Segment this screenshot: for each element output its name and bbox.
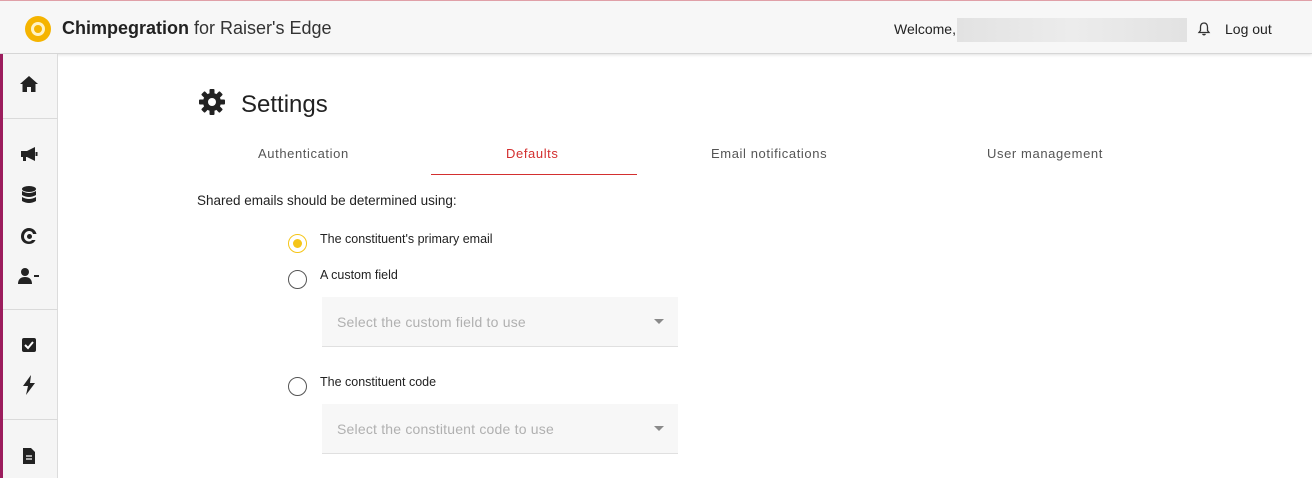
custom-field-select[interactable]: Select the custom field to use (322, 297, 678, 347)
app-name: Chimpegration (62, 18, 190, 38)
mailchimp-icon[interactable] (17, 224, 41, 248)
constituent-code-placeholder: Select the constituent code to use (337, 421, 554, 437)
welcome-text: Welcome, (894, 21, 956, 37)
shared-emails-question: Shared emails should be determined using… (197, 193, 457, 208)
tab-authentication[interactable]: Authentication (258, 146, 349, 161)
username-redacted (957, 18, 1187, 42)
active-tab-indicator (431, 174, 637, 175)
gear-icon (198, 88, 226, 121)
bolt-icon[interactable] (17, 373, 41, 397)
sidebar (0, 54, 58, 478)
logout-button[interactable]: Log out (1225, 21, 1272, 37)
chevron-down-icon (654, 319, 664, 324)
app-title: Chimpegration for Raiser's Edge (62, 18, 332, 39)
chevron-down-icon (654, 426, 664, 431)
radio-custom-field[interactable] (288, 270, 307, 289)
checkbox-icon[interactable] (17, 333, 41, 357)
radio-constituent-code-label[interactable]: The constituent code (320, 375, 436, 389)
app-suffix: for Raiser's Edge (189, 18, 332, 38)
bell-icon[interactable] (1196, 21, 1212, 37)
document-icon[interactable] (17, 444, 41, 468)
tab-defaults[interactable]: Defaults (506, 146, 559, 161)
tab-email-notifications[interactable]: Email notifications (711, 146, 827, 161)
constituent-code-select[interactable]: Select the constituent code to use (322, 404, 678, 454)
radio-primary-email-label[interactable]: The constituent's primary email (320, 232, 493, 246)
radio-primary-email[interactable] (288, 234, 307, 253)
radio-constituent-code[interactable] (288, 377, 307, 396)
custom-field-placeholder: Select the custom field to use (337, 314, 526, 330)
app-logo-icon[interactable] (25, 16, 51, 42)
database-icon[interactable] (17, 183, 41, 207)
settings-header: Settings (198, 88, 328, 121)
top-bar: Chimpegration for Raiser's Edge Welcome,… (0, 0, 1312, 54)
megaphone-icon[interactable] (17, 142, 41, 166)
page-title: Settings (241, 90, 328, 118)
radio-custom-field-label[interactable]: A custom field (320, 268, 398, 282)
home-icon[interactable] (17, 72, 41, 96)
sidebar-divider (3, 309, 58, 310)
user-minus-icon[interactable] (17, 264, 41, 288)
sidebar-divider (3, 419, 58, 420)
sidebar-divider (3, 118, 58, 119)
tab-user-management[interactable]: User management (987, 146, 1103, 161)
